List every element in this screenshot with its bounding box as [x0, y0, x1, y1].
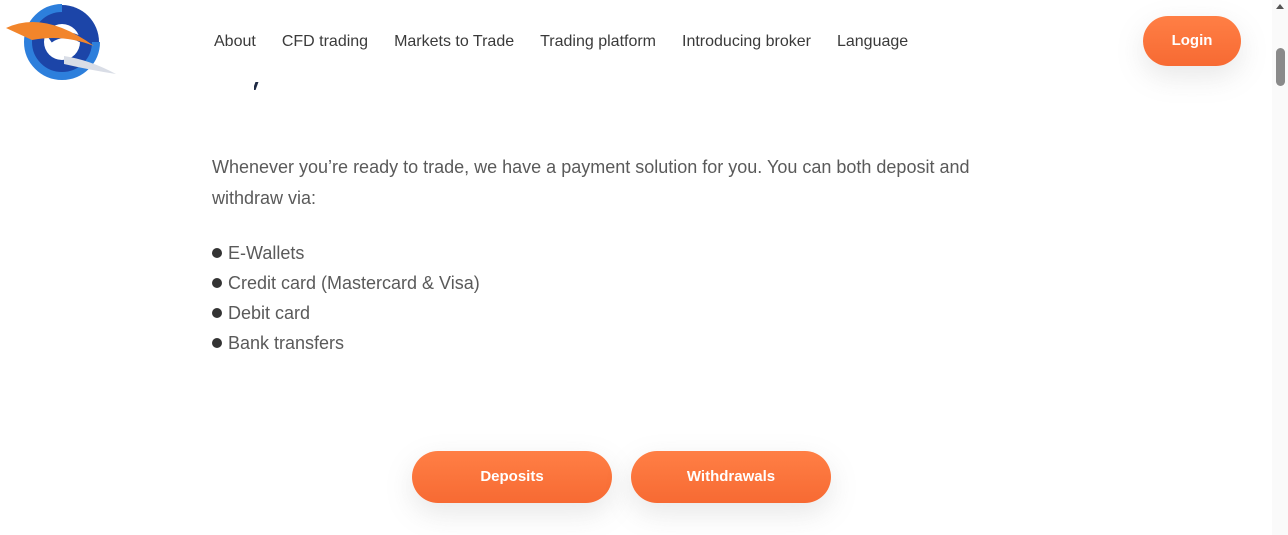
bullet-icon — [212, 278, 222, 288]
nav-markets-to-trade[interactable]: Markets to Trade — [394, 31, 514, 55]
scroll-up-arrow-icon[interactable] — [1276, 4, 1284, 9]
site-logo-icon[interactable] — [4, 0, 118, 86]
nav-trading-platform[interactable]: Trading platform — [540, 31, 656, 55]
nav-cfd-trading[interactable]: CFD trading — [282, 31, 368, 55]
scrollbar-thumb[interactable] — [1276, 48, 1285, 86]
list-item: Bank transfers — [212, 328, 480, 358]
nav-introducing-broker[interactable]: Introducing broker — [682, 31, 811, 55]
withdrawals-button[interactable]: Withdrawals — [631, 451, 831, 503]
site-header: About CFD trading Markets to Trade Tradi… — [0, 0, 1272, 84]
main-nav: About CFD trading Markets to Trade Tradi… — [214, 31, 934, 55]
nav-language[interactable]: Language — [837, 31, 908, 55]
list-item: Debit card — [212, 298, 480, 328]
payment-intro-text: Whenever you’re ready to trade, we have … — [212, 157, 970, 208]
bullet-icon — [212, 338, 222, 348]
list-item: Credit card (Mastercard & Visa) — [212, 268, 480, 298]
partial-heading-fragment — [254, 78, 274, 94]
deposits-button[interactable]: Deposits — [412, 451, 612, 503]
login-button[interactable]: Login — [1143, 16, 1241, 66]
list-item: E-Wallets — [212, 238, 480, 268]
nav-about[interactable]: About — [214, 31, 256, 55]
vertical-scrollbar[interactable] — [1272, 0, 1288, 535]
payment-methods-list: E-Wallets Credit card (Mastercard & Visa… — [212, 238, 480, 358]
bullet-icon — [212, 248, 222, 258]
bullet-icon — [212, 308, 222, 318]
